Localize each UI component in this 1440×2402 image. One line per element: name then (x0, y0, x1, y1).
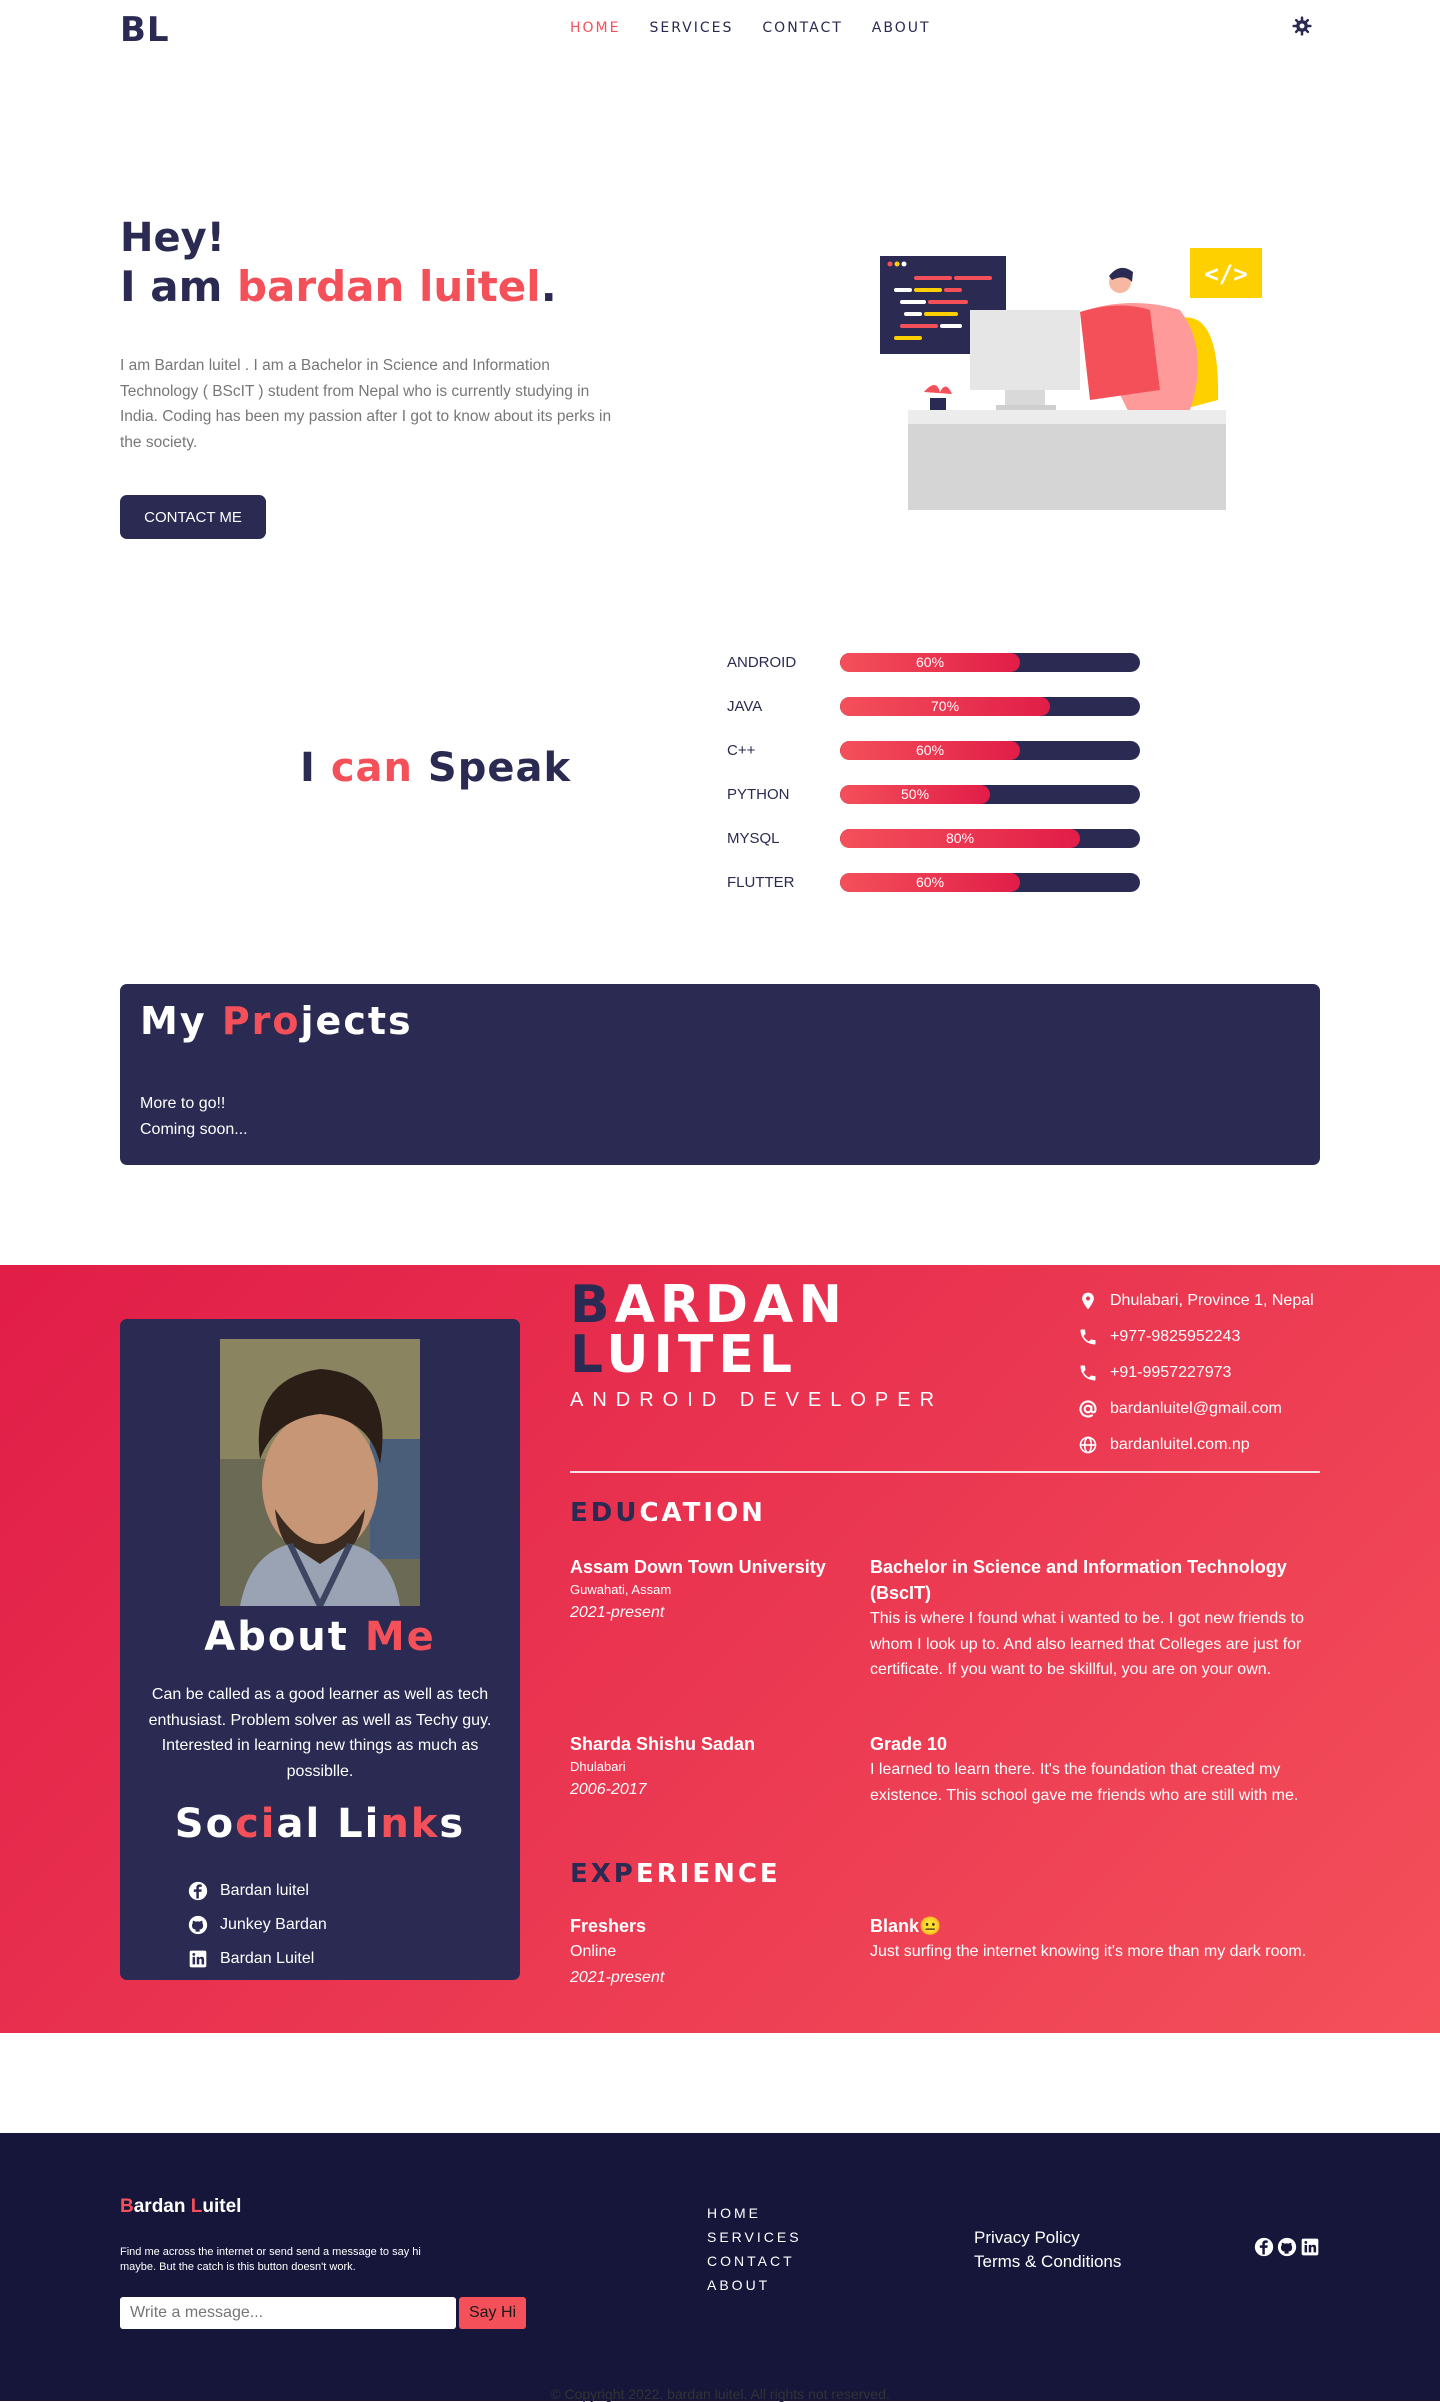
contact-me-button[interactable]: CONTACT ME (120, 495, 266, 539)
footer-nav-home[interactable]: HOME (707, 2205, 802, 2229)
footer-menu: HOME SERVICES CONTACT ABOUT (707, 2205, 802, 2301)
skill-row: ANDROID 60% (727, 651, 1147, 695)
skill-percent: 60% (916, 654, 945, 670)
experience-title: EXPERIENCE (570, 1859, 781, 1889)
skill-name: PYTHON (727, 786, 790, 803)
site-logo[interactable]: BL (120, 10, 170, 50)
footer-nav-about[interactable]: ABOUT (707, 2277, 802, 2301)
divider (570, 1471, 1320, 1473)
phone-icon (1080, 1329, 1096, 1345)
education-degree-2: Grade 10 I learned to learn there. It's … (870, 1734, 1299, 1804)
skill-row: MYSQL 80% (727, 827, 1147, 871)
skill-bar-track: 70% (840, 697, 1140, 716)
skill-bar-track: 80% (840, 829, 1140, 848)
resume-section: About Me Can be called as a good learner… (0, 1265, 1440, 2033)
skill-row: PYTHON 50% (727, 783, 1147, 827)
experience-role: Freshers Online 2021-present (570, 1916, 665, 1986)
contact-phone-nepal[interactable]: +977-9825952243 (1078, 1319, 1314, 1355)
footer-nav-contact[interactable]: CONTACT (707, 2253, 802, 2277)
hero-title: I am bardan luitel. (120, 262, 557, 311)
education-title: EDUCATION (570, 1498, 766, 1528)
footer-nav-services[interactable]: SERVICES (707, 2229, 802, 2253)
skill-row: FLUTTER 60% (727, 871, 1147, 915)
profile-photo (220, 1339, 420, 1606)
footer-name: Bardan Luitel (120, 2196, 242, 2217)
message-input[interactable] (120, 2297, 456, 2329)
say-hi-button[interactable]: Say Hi (459, 2297, 526, 2329)
github-icon[interactable] (1277, 2237, 1297, 2257)
skill-row: C++ 60% (727, 739, 1147, 783)
skill-bar-track: 60% (840, 653, 1140, 672)
skill-name: C++ (727, 742, 756, 759)
privacy-policy-link[interactable]: Privacy Policy (974, 2228, 1121, 2252)
education-degree-1: Bachelor in Science and Information Tech… (870, 1557, 1305, 1678)
skill-percent: 60% (916, 874, 945, 890)
skill-name: ANDROID (727, 654, 797, 671)
globe-icon (1079, 1436, 1097, 1454)
at-icon (1079, 1400, 1097, 1418)
resume-role: ANDROID DEVELOPER (570, 1389, 944, 1411)
phone-icon (1080, 1365, 1096, 1381)
experience-detail: Blank😐 Just surfing the internet knowing… (870, 1916, 1307, 1960)
contact-email[interactable]: bardanluitel@gmail.com (1078, 1391, 1314, 1427)
resume-name: BARDAN LUITEL (570, 1275, 847, 1385)
nav-about[interactable]: ABOUT (872, 20, 931, 36)
skill-bar-track: 50% (840, 785, 1140, 804)
projects-title: My Projects (140, 999, 413, 1043)
projects-line-2: Coming soon... (140, 1121, 248, 1138)
skill-percent: 60% (916, 742, 945, 758)
footer: Bardan Luitel Find me across the interne… (0, 2133, 1440, 2401)
skill-bar-track: 60% (840, 741, 1140, 760)
facebook-icon[interactable] (1254, 2237, 1274, 2257)
footer-social-icons (1254, 2237, 1320, 2257)
location-icon (1082, 1292, 1094, 1310)
skill-percent: 50% (901, 786, 930, 802)
contact-phone-india[interactable]: +91-9957227973 (1078, 1355, 1314, 1391)
hero-name: bardan luitel (236, 262, 541, 311)
skill-percent: 70% (931, 698, 960, 714)
developer-illustration: </> (880, 248, 1262, 510)
hero-intro: I am Bardan luitel . I am a Bachelor in … (120, 357, 612, 451)
github-icon (188, 1915, 208, 1935)
profile-card: About Me Can be called as a good learner… (120, 1319, 520, 1980)
linkedin-icon (189, 1950, 207, 1968)
social-links: Bardan luitel Junkey Bardan Bardan Luite… (188, 1874, 327, 1976)
footer-legal: Privacy Policy Terms & Conditions (974, 2228, 1121, 2276)
hero-greeting: Hey! (120, 215, 225, 261)
projects-panel: My Projects More to go!! Coming soon... (120, 984, 1320, 1165)
skills-list: ANDROID 60% JAVA 70% C++ 60% PYTHON 50% MYSQL 80%… (727, 651, 1147, 915)
copyright: © Copyright 2022. bardan luitel. All rig… (550, 2386, 890, 2402)
top-navbar: BL HOME SERVICES CONTACT ABOUT (0, 0, 1440, 60)
skill-row: JAVA 70% (727, 695, 1147, 739)
education-school-1: Assam Down Town University Guwahati, Ass… (570, 1557, 826, 1621)
skills-title: I can Speak (300, 745, 572, 791)
contact-info: Dhulabari, Province 1, Nepal +977-982595… (1078, 1283, 1314, 1463)
social-link-linkedin[interactable]: Bardan Luitel (188, 1942, 327, 1976)
nav-services[interactable]: SERVICES (649, 20, 733, 36)
about-text: Can be called as a good learner as well … (148, 1686, 492, 1780)
social-links-title: Social Links (174, 1801, 466, 1847)
theme-toggle-gear-icon[interactable] (1292, 16, 1312, 36)
contact-website[interactable]: bardanluitel.com.np (1078, 1427, 1314, 1463)
terms-link[interactable]: Terms & Conditions (974, 2252, 1121, 2276)
linkedin-icon[interactable] (1300, 2237, 1320, 2257)
facebook-icon (188, 1881, 208, 1901)
svg-text:</>: </> (1204, 260, 1247, 288)
nav-home[interactable]: HOME (570, 20, 620, 36)
footer-text: Find me across the internet or send send… (120, 2246, 421, 2273)
contact-address: Dhulabari, Province 1, Nepal (1078, 1283, 1314, 1319)
nav-contact[interactable]: CONTACT (762, 20, 842, 36)
education-school-2: Sharda Shishu Sadan Dhulabari 2006-2017 (570, 1734, 756, 1798)
skill-name: FLUTTER (727, 874, 795, 891)
skill-percent: 80% (946, 830, 975, 846)
about-title: About Me (204, 1614, 436, 1660)
skill-name: MYSQL (727, 830, 780, 847)
social-link-facebook[interactable]: Bardan luitel (188, 1874, 327, 1908)
skill-bar-track: 60% (840, 873, 1140, 892)
social-link-github[interactable]: Junkey Bardan (188, 1908, 327, 1942)
skill-name: JAVA (727, 698, 763, 715)
main-menu: HOME SERVICES CONTACT ABOUT (570, 20, 931, 36)
projects-line-1: More to go!! (140, 1095, 226, 1112)
